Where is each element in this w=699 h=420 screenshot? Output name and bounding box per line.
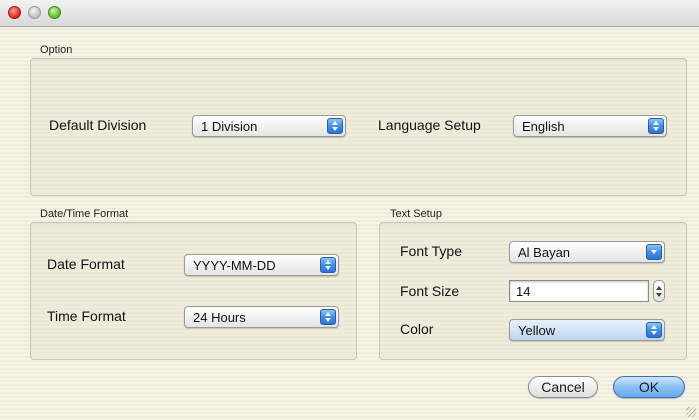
popup-arrows-icon — [648, 118, 664, 134]
language-setup-popup[interactable]: English — [513, 115, 667, 137]
close-icon[interactable] — [8, 6, 21, 19]
resize-grip-icon[interactable] — [686, 407, 696, 417]
time-format-label: Time Format — [47, 308, 126, 324]
datetime-group: Date Format YYYY-MM-DD Time Format 24 Ho… — [30, 222, 357, 360]
ok-button[interactable]: OK — [613, 376, 685, 398]
default-division-label: Default Division — [49, 117, 147, 133]
zoom-icon[interactable] — [48, 6, 61, 19]
option-group: Default Division 1 Division Language Set… — [30, 58, 687, 196]
font-type-popup[interactable]: Al Bayan — [509, 241, 665, 263]
date-format-label: Date Format — [47, 256, 125, 272]
chevron-down-icon — [646, 244, 662, 260]
font-size-field[interactable]: 14 — [509, 280, 649, 302]
popup-arrows-icon — [646, 322, 662, 338]
language-setup-value: English — [522, 119, 565, 134]
time-format-popup[interactable]: 24 Hours — [184, 306, 339, 328]
popup-arrows-icon — [327, 118, 343, 134]
language-setup-label: Language Setup — [378, 117, 481, 133]
font-size-label: Font Size — [400, 283, 460, 299]
default-division-popup[interactable]: 1 Division — [192, 115, 346, 137]
text-setup-group: Font Type Al Bayan Font Size 14 Color Ye… — [379, 222, 687, 360]
popup-arrows-icon — [320, 257, 336, 273]
color-popup[interactable]: Yellow — [509, 319, 665, 341]
minimize-icon[interactable] — [28, 6, 41, 19]
font-type-value: Al Bayan — [518, 245, 571, 260]
font-type-label: Font Type — [400, 243, 463, 259]
option-group-title: Option — [40, 44, 73, 56]
default-division-value: 1 Division — [201, 119, 258, 134]
font-size-stepper[interactable] — [653, 280, 665, 302]
time-format-value: 24 Hours — [193, 310, 246, 325]
text-setup-group-title: Text Setup — [390, 208, 442, 220]
popup-arrows-icon — [320, 309, 336, 325]
title-bar[interactable] — [0, 0, 699, 27]
date-format-value: YYYY-MM-DD — [193, 258, 276, 273]
datetime-group-title: Date/Time Format — [40, 208, 129, 220]
cancel-button[interactable]: Cancel — [528, 376, 598, 398]
color-label: Color — [400, 321, 434, 337]
preferences-window: Option Default Division 1 Division Langu… — [0, 0, 699, 420]
color-value: Yellow — [518, 323, 556, 338]
date-format-popup[interactable]: YYYY-MM-DD — [184, 254, 339, 276]
